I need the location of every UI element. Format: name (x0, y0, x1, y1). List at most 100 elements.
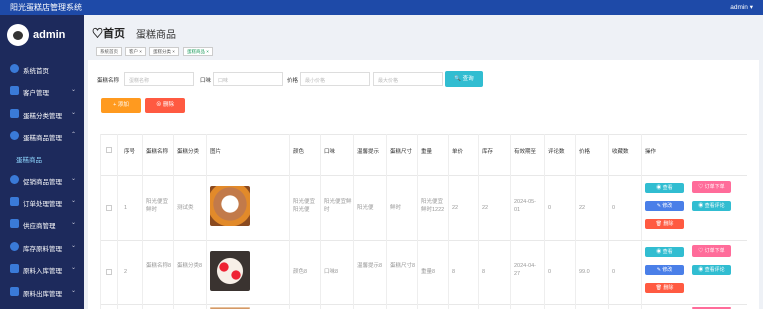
select-all-checkbox[interactable] (106, 147, 112, 153)
page-header: ♡首页 蛋糕商品 (84, 15, 763, 45)
cell-tip: 阳光便 (357, 205, 374, 211)
col-divider (544, 134, 545, 309)
cake-image (210, 186, 250, 226)
main-content: ♡首页 蛋糕商品 系统首页 客户 × 蛋糕分类 × 蛋糕商品 × 蛋糕名称 蛋糕… (84, 15, 763, 309)
chevron-down-icon: ⌄ (70, 265, 76, 271)
cell-tip: 温馨提示8 (357, 263, 383, 269)
th-index: 序号 (124, 149, 136, 155)
cell-favorites: 0 (612, 269, 616, 275)
add-button[interactable]: + 添加 (101, 98, 141, 113)
sidebar-item-label: 客户管理 (23, 90, 49, 97)
sidebar-username: admin (33, 29, 66, 41)
name-input[interactable]: 蛋糕名称 (124, 72, 194, 86)
sidebar-item-material-in[interactable]: 原料入库管理 ⌄ (0, 262, 84, 276)
gear-icon (10, 175, 19, 184)
sidebar-item-promotions[interactable]: 促销商品管理 ⌄ (0, 173, 84, 187)
cell-index: 1 (124, 205, 128, 211)
sidebar-item-cake-products[interactable]: 蛋糕商品管理 ⌃ (0, 129, 84, 143)
th-tip: 温馨提示 (357, 149, 380, 155)
flavor-label: 口味 (200, 78, 212, 84)
sidebar-subitem-cake-products[interactable]: 蛋糕商品 (0, 151, 84, 165)
col-divider (478, 134, 479, 309)
sidebar-item-label: 供应商管理 (23, 223, 56, 230)
cell-flavor: 阳光便宜鲜时 (324, 199, 352, 213)
crumb-customers[interactable]: 客户 × (125, 47, 146, 56)
sidebar-item-home[interactable]: 系统首页 (0, 62, 84, 76)
col-divider (353, 134, 354, 309)
price-min-input[interactable]: 最小价格 (300, 72, 370, 86)
chevron-down-icon: ⌄ (70, 220, 76, 226)
search-button[interactable]: 🔍 查询 (445, 71, 483, 87)
edit-button[interactable]: ✎ 修改 (645, 265, 684, 275)
th-weight: 重量 (421, 149, 433, 155)
sidebar-item-label: 蛋糕分类管理 (23, 113, 62, 120)
cell-price: 22 (579, 205, 586, 211)
sidebar-item-cake-category[interactable]: 蛋糕分类管理 ⌄ (0, 107, 84, 121)
chevron-down-icon: ⌄ (70, 198, 76, 204)
order-button[interactable]: ♡ 订单下单 (692, 181, 731, 193)
col-divider (417, 134, 418, 309)
th-price: 价格 (579, 149, 591, 155)
row-delete-button[interactable]: 🗑 删除 (645, 283, 684, 293)
cell-category: 蛋糕分类8 (177, 263, 203, 269)
cell-expiry: 2024-04-27 (514, 263, 537, 277)
sidebar-item-label: 促销商品管理 (23, 179, 62, 186)
table-header-border (100, 175, 747, 176)
table-top-border (100, 134, 747, 135)
col-divider (289, 134, 290, 309)
view-button[interactable]: ◉ 查看 (645, 183, 684, 193)
grid-icon (10, 264, 19, 273)
col-divider (117, 134, 118, 309)
sidebar-item-suppliers[interactable]: 供应商管理 ⌄ (0, 217, 84, 231)
sidebar-item-orders[interactable]: 订单处理管理 ⌄ (0, 195, 84, 209)
row-checkbox[interactable] (106, 205, 112, 211)
th-name: 蛋糕名称 (146, 149, 169, 155)
th-favorites: 收藏数 (612, 149, 629, 155)
book-icon (10, 109, 19, 118)
th-actions: 操作 (645, 149, 657, 155)
sidebar-item-material-out[interactable]: 原料出库管理 ⌄ (0, 285, 84, 299)
chevron-up-icon: ⌃ (70, 132, 76, 138)
chevron-down-icon: ⌄ (70, 243, 76, 249)
cell-unit-price: 8 (452, 269, 456, 275)
crumb-cake-products[interactable]: 蛋糕商品 × (183, 47, 213, 56)
cell-size: 鲜时 (390, 205, 402, 211)
cell-flavor: 口味8 (324, 269, 339, 275)
price-max-input[interactable]: 最大价格 (373, 72, 443, 86)
chevron-down-icon: ⌄ (70, 110, 76, 116)
content-card: 蛋糕名称 蛋糕名称 口味 口味 价格 最小价格 最大价格 🔍 查询 + 添加 ⊗… (88, 60, 759, 309)
view-button[interactable]: ◉ 查看 (645, 247, 684, 257)
row-delete-button[interactable]: 🗑 删除 (645, 219, 684, 229)
col-divider (320, 134, 321, 309)
col-divider (142, 134, 143, 309)
chevron-down-icon: ⌄ (70, 87, 76, 93)
delete-button[interactable]: ⊗ 删除 (145, 98, 185, 113)
sidebar-item-inventory[interactable]: 库存原料管理 ⌄ (0, 240, 84, 254)
sidebar-item-label: 原料出库管理 (23, 291, 62, 298)
cell-expiry: 2024-05-01 (514, 199, 537, 213)
chevron-down-icon: ⌄ (70, 176, 76, 182)
cell-name: 蛋糕名称8 (146, 263, 172, 269)
cell-comments: 0 (548, 205, 552, 211)
col-divider (100, 134, 101, 309)
view-reviews-button[interactable]: ◉ 查看评论 (692, 265, 731, 275)
flavor-input[interactable]: 口味 (213, 72, 283, 86)
crumb-home[interactable]: 系统首页 (96, 47, 122, 56)
crumb-cake-category[interactable]: 蛋糕分类 × (149, 47, 179, 56)
order-button[interactable]: ♡ 订单下单 (692, 245, 731, 257)
th-category: 蛋糕分类 (177, 149, 200, 155)
row-divider (100, 240, 747, 241)
view-reviews-button[interactable]: ◉ 查看评论 (692, 201, 731, 211)
user-menu[interactable]: admin ▾ (730, 3, 753, 11)
home-link[interactable]: ♡首页 (92, 25, 125, 41)
sidebar-item-customers[interactable]: 客户管理 ⌄ (0, 84, 84, 98)
cell-weight: 重量8 (421, 269, 436, 275)
col-divider (641, 134, 642, 309)
th-image: 图片 (210, 149, 222, 155)
sidebar-item-label: 订单处理管理 (23, 201, 62, 208)
col-divider (608, 134, 609, 309)
cell-price: 99.0 (579, 269, 590, 275)
row-checkbox[interactable] (106, 269, 112, 275)
app-title: 阳光蛋糕店管理系统 (10, 3, 82, 12)
edit-button[interactable]: ✎ 修改 (645, 201, 684, 211)
